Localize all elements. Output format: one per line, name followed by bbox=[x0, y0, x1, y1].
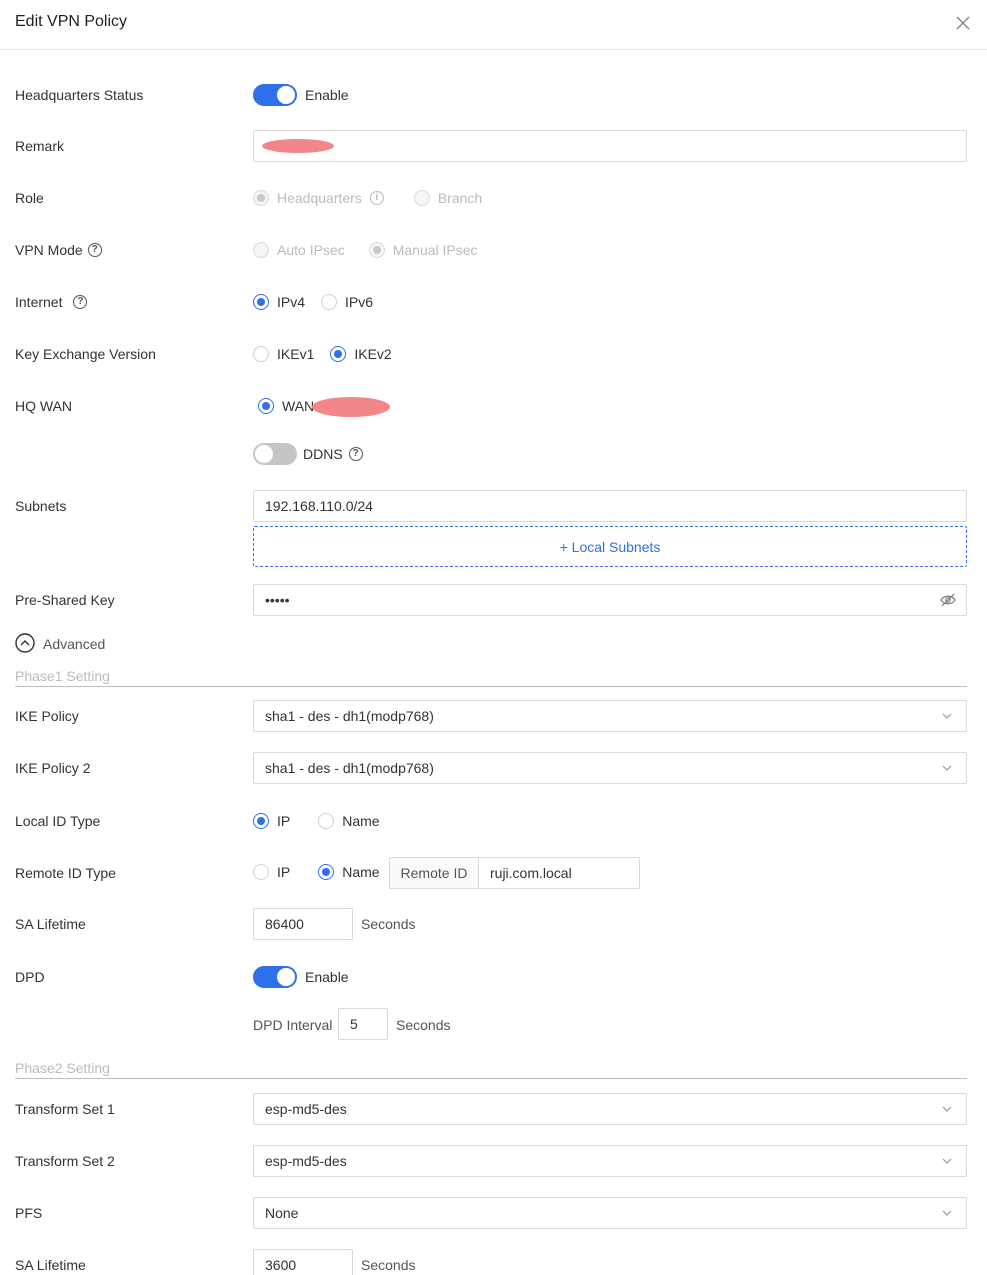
remote-id-input[interactable]: ruji.com.local bbox=[478, 857, 640, 889]
chevron-down-icon bbox=[942, 1106, 952, 1112]
eye-hidden-icon[interactable] bbox=[940, 593, 956, 607]
transform-set2-row: Transform Set 2 esp-md5-des bbox=[0, 1145, 987, 1177]
help-icon[interactable]: ? bbox=[87, 243, 102, 257]
dpd-toggle-text: Enable bbox=[305, 969, 349, 985]
hq-wan-label: HQ WAN bbox=[15, 398, 73, 414]
ike-policy-row: IKE Policy sha1 - des - dh1(modp768) bbox=[0, 700, 987, 732]
pfs-row: PFS None bbox=[0, 1197, 987, 1229]
role-headquarters-radio[interactable]: Headquarters i bbox=[253, 190, 384, 206]
phase1-title: Phase1 Setting bbox=[15, 668, 110, 684]
vpn-mode-row: VPN Mode ? Auto IPsec Manual IPsec bbox=[0, 241, 987, 261]
dpd-row: DPD Enable bbox=[0, 966, 987, 988]
transform-set2-select[interactable]: esp-md5-des bbox=[253, 1145, 967, 1177]
internet-label: Internet ? bbox=[15, 294, 88, 310]
hq-wan-row: HQ WAN WAN bbox=[0, 397, 987, 417]
role-row: Role Headquarters i Branch bbox=[0, 189, 987, 209]
sa-lifetime-label: SA Lifetime bbox=[15, 916, 86, 932]
pfs-select[interactable]: None bbox=[253, 1197, 967, 1229]
psk-row: Pre-Shared Key ••••• bbox=[0, 584, 987, 616]
sa-lifetime2-label: SA Lifetime bbox=[15, 1257, 86, 1273]
redaction-mark bbox=[262, 139, 334, 153]
sa-lifetime2-unit: Seconds bbox=[361, 1257, 416, 1273]
chevron-down-icon bbox=[942, 765, 952, 771]
vpn-mode-label: VPN Mode ? bbox=[15, 242, 102, 258]
local-id-ip-radio[interactable]: IP bbox=[253, 813, 290, 829]
dpd-label: DPD bbox=[15, 969, 45, 985]
internet-row: Internet ? IPv4 IPv6 bbox=[0, 293, 987, 313]
ike-policy2-select[interactable]: sha1 - des - dh1(modp768) bbox=[253, 752, 967, 784]
ike-policy2-label: IKE Policy 2 bbox=[15, 760, 91, 776]
chevron-down-icon bbox=[942, 1158, 952, 1164]
internet-ipv4-radio[interactable]: IPv4 bbox=[253, 294, 305, 310]
ikev2-radio[interactable]: IKEv2 bbox=[330, 346, 392, 362]
collapse-up-icon[interactable] bbox=[15, 633, 35, 653]
divider bbox=[15, 686, 967, 687]
phase2-title: Phase2 Setting bbox=[15, 1060, 110, 1076]
ike-policy2-row: IKE Policy 2 sha1 - des - dh1(modp768) bbox=[0, 752, 987, 784]
ddns-toggle[interactable] bbox=[253, 443, 297, 465]
redaction-mark bbox=[312, 397, 390, 417]
subnet-input[interactable]: 192.168.110.0/24 bbox=[253, 490, 967, 522]
dpd-interval-input[interactable]: 5 bbox=[338, 1008, 388, 1040]
key-exchange-row: Key Exchange Version IKEv1 IKEv2 bbox=[0, 345, 987, 365]
hq-status-toggle[interactable] bbox=[253, 84, 297, 106]
vpn-mode-manual-radio[interactable]: Manual IPsec bbox=[368, 242, 478, 258]
remark-input[interactable] bbox=[253, 130, 967, 162]
help-icon[interactable]: ? bbox=[348, 447, 363, 461]
subnets-label: Subnets bbox=[15, 498, 67, 514]
dpd-interval-label: DPD Interval bbox=[253, 1017, 333, 1033]
hq-status-row: Headquarters Status Enable bbox=[0, 84, 987, 106]
key-exchange-label: Key Exchange Version bbox=[15, 346, 156, 362]
local-id-name-radio[interactable]: Name bbox=[318, 813, 380, 829]
transform-set1-row: Transform Set 1 esp-md5-des bbox=[0, 1093, 987, 1125]
hq-status-label: Headquarters Status bbox=[15, 87, 144, 103]
advanced-label[interactable]: Advanced bbox=[43, 636, 105, 652]
ddns-row: DDNS ? bbox=[0, 443, 987, 465]
local-id-label: Local ID Type bbox=[15, 813, 101, 829]
remote-id-row: Remote ID Type IP Name Remote ID ruji.co… bbox=[0, 857, 987, 889]
hq-status-text: Enable bbox=[305, 87, 349, 103]
transform-set2-label: Transform Set 2 bbox=[15, 1153, 115, 1169]
pfs-label: PFS bbox=[15, 1205, 43, 1221]
dpd-toggle[interactable] bbox=[253, 966, 297, 988]
advanced-row[interactable]: Advanced bbox=[0, 633, 987, 653]
remote-id-addon: Remote ID bbox=[389, 857, 479, 889]
transform-set1-label: Transform Set 1 bbox=[15, 1101, 115, 1117]
remote-id-label: Remote ID Type bbox=[15, 865, 116, 881]
role-label: Role bbox=[15, 190, 44, 206]
divider bbox=[15, 1078, 967, 1079]
sa-lifetime2-input[interactable]: 3600 bbox=[253, 1249, 353, 1275]
sa-lifetime-row: SA Lifetime 86400 Seconds bbox=[0, 908, 987, 940]
sa-lifetime2-row: SA Lifetime 3600 Seconds bbox=[0, 1249, 987, 1275]
dpd-interval-row: DPD Interval 5 Seconds bbox=[0, 1008, 987, 1040]
vpn-mode-auto-radio[interactable]: Auto IPsec bbox=[253, 242, 345, 258]
ike-policy-select[interactable]: sha1 - des - dh1(modp768) bbox=[253, 700, 967, 732]
sa-lifetime-unit: Seconds bbox=[361, 916, 416, 932]
subnets-row: Subnets 192.168.110.0/24 + Local Subnets bbox=[0, 490, 987, 568]
ikev1-radio[interactable]: IKEv1 bbox=[253, 346, 314, 362]
dialog-header: Edit VPN Policy bbox=[0, 0, 987, 50]
ddns-text: DDNS bbox=[303, 446, 343, 462]
remark-label: Remark bbox=[15, 138, 65, 154]
local-id-row: Local ID Type IP Name bbox=[0, 812, 987, 832]
chevron-down-icon bbox=[942, 1210, 952, 1216]
role-branch-radio[interactable]: Branch bbox=[413, 190, 482, 206]
sa-lifetime-input[interactable]: 86400 bbox=[253, 908, 353, 940]
psk-label: Pre-Shared Key bbox=[15, 592, 115, 608]
close-icon[interactable] bbox=[955, 15, 971, 31]
info-icon[interactable]: i bbox=[369, 191, 384, 205]
dialog-title: Edit VPN Policy bbox=[15, 13, 128, 30]
hq-wan-radio[interactable]: WAN bbox=[258, 398, 314, 414]
transform-set1-select[interactable]: esp-md5-des bbox=[253, 1093, 967, 1125]
dpd-interval-unit: Seconds bbox=[396, 1017, 451, 1033]
ike-policy-label: IKE Policy bbox=[15, 708, 79, 724]
remote-id-name-radio[interactable]: Name bbox=[318, 864, 380, 880]
help-icon[interactable]: ? bbox=[73, 295, 88, 309]
remark-row: Remark bbox=[0, 130, 987, 162]
add-local-subnets-button[interactable]: + Local Subnets bbox=[253, 526, 967, 567]
chevron-down-icon bbox=[942, 713, 952, 719]
remote-id-ip-radio[interactable]: IP bbox=[253, 864, 290, 880]
internet-ipv6-radio[interactable]: IPv6 bbox=[321, 294, 373, 310]
psk-input[interactable]: ••••• bbox=[253, 584, 967, 616]
